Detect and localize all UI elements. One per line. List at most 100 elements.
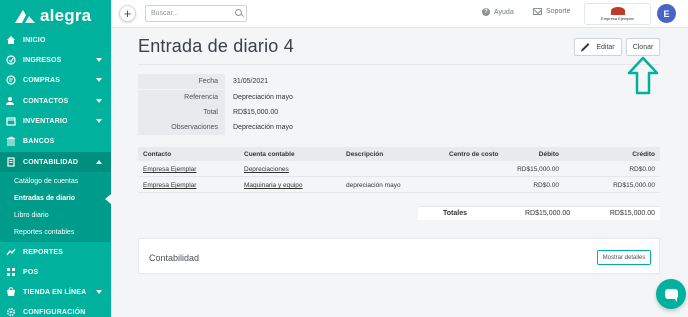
sidebar-item-label: INVENTARIO	[23, 117, 68, 125]
clone-button[interactable]: Clonar	[626, 38, 660, 56]
bank-icon	[6, 136, 16, 146]
detail-value: Depreciación mayo	[233, 94, 293, 101]
column-header-debit: Débito	[538, 151, 559, 158]
sidebar-item-configuracion[interactable]: CONFIGURACIÓN	[0, 302, 111, 317]
accounting-icon	[6, 157, 16, 167]
detail-row-date: Fecha 31/05/2021	[138, 74, 338, 89]
credit-cell: RD$15,000.00	[613, 182, 655, 189]
sidebar-item-pos[interactable]: POS	[0, 262, 111, 282]
help-link[interactable]: ? Ayuda	[482, 8, 514, 16]
detail-row-observations: Observaciones Depreciación mayo	[138, 120, 338, 135]
sidebar-item-label: POS	[23, 268, 39, 276]
sidebar-item-label: CONTABILIDAD	[23, 158, 79, 166]
account-link[interactable]: Maquinaria y equipo	[244, 182, 303, 189]
topbar: + ? Ayuda Soporte Empresa Ejemplar E	[111, 0, 688, 28]
submenu-item-label: Entradas de diario	[14, 195, 76, 202]
table-row: Empresa Ejemplar Depreciaciones RD$15,00…	[138, 162, 660, 177]
support-label: Soporte	[546, 8, 571, 15]
totals-row: Totales RD$15,000.00 RD$15,000.00	[418, 206, 660, 220]
brand-name: alegra	[40, 6, 92, 25]
settings-icon	[6, 307, 16, 317]
sidebar-item-inventario[interactable]: INVENTARIO	[0, 111, 111, 131]
detail-label: Fecha	[138, 74, 225, 89]
sidebar-item-label: REPORTES	[23, 248, 64, 256]
detail-row-total: Total RD$15,000.00	[138, 105, 338, 120]
column-header-description: Descripción	[346, 151, 384, 158]
sidebar-item-bancos[interactable]: BANCOS	[0, 131, 111, 151]
detail-row-reference: Referencia Depreciación mayo	[138, 90, 338, 105]
submenu-item-label: Libro diario	[14, 212, 49, 219]
purchases-icon	[6, 75, 16, 85]
sidebar-item-label: COMPRAS	[23, 76, 61, 84]
contact-link[interactable]: Empresa Ejemplar	[143, 166, 196, 173]
page-title: Entrada de diario 4	[138, 36, 294, 56]
store-icon	[6, 287, 16, 297]
sidebar-item-label: CONFIGURACIÓN	[23, 308, 86, 316]
avatar[interactable]: E	[657, 4, 676, 23]
detail-value: RD$15,000.00	[233, 109, 279, 116]
table-header: Contacto Cuenta contable Descripción Cen…	[138, 147, 660, 161]
quick-add-button[interactable]: +	[119, 5, 136, 22]
edit-label: Editar	[596, 43, 615, 51]
sidebar-item-inicio[interactable]: INICIO	[0, 30, 111, 50]
credit-cell: RD$0.00	[629, 166, 655, 173]
debit-cell: RD$0.00	[533, 182, 559, 189]
totals-debit: RD$15,000.00	[525, 210, 571, 217]
help-icon: ?	[482, 8, 490, 16]
chevron-down-icon	[96, 99, 102, 103]
submenu-item-libro-diario[interactable]: Libro diario	[0, 207, 111, 224]
edit-button[interactable]: Editar	[574, 38, 622, 56]
accounting-card: Contabilidad Mostrar detalles	[138, 238, 660, 274]
arrow-up-icon	[627, 56, 659, 95]
totals-label: Totales	[443, 210, 467, 217]
detail-label: Referencia	[138, 90, 225, 105]
home-icon	[6, 35, 16, 45]
account-link[interactable]: Depreciaciones	[244, 166, 289, 173]
sidebar-item-tienda[interactable]: TIENDA EN LÍNEA	[0, 282, 111, 302]
sidebar-item-label: CONTACTOS	[23, 97, 69, 105]
column-header-cost-center: Centro de costo	[449, 151, 499, 158]
search-input[interactable]	[145, 5, 247, 22]
company-selector[interactable]: Empresa Ejemplar	[584, 3, 651, 25]
submenu-item-entradas[interactable]: Entradas de diario	[0, 190, 111, 207]
sidebar-item-label: TIENDA EN LÍNEA	[23, 288, 87, 296]
chevron-down-icon	[96, 58, 102, 62]
alegra-logo-icon	[14, 8, 36, 24]
debit-cell: RD$15,000.00	[517, 166, 559, 173]
detail-label: Observaciones	[138, 120, 225, 135]
totals-credit: RD$15,000.00	[609, 210, 655, 217]
mail-icon	[533, 8, 542, 15]
contact-link[interactable]: Empresa Ejemplar	[143, 182, 196, 189]
chat-button[interactable]	[656, 279, 686, 309]
submenu-item-label: Catálogo de cuentas	[14, 178, 79, 185]
sidebar-item-label: INICIO	[23, 36, 46, 44]
inventory-icon	[6, 116, 16, 126]
show-details-button[interactable]: Mostrar detalles	[597, 250, 651, 265]
income-icon	[6, 55, 16, 65]
reports-icon	[6, 247, 16, 257]
accounting-submenu: Catálogo de cuentas Entradas de diario L…	[0, 172, 111, 242]
column-header-contact: Contacto	[143, 151, 172, 158]
sidebar-item-label: INGRESOS	[23, 56, 62, 64]
sidebar: alegra INICIO INGRESOS COMPRAS CONTACTOS…	[0, 0, 111, 317]
detail-label: Total	[138, 105, 225, 120]
alegra-logo[interactable]: alegra	[0, 0, 111, 32]
chevron-down-icon	[96, 119, 102, 123]
sidebar-item-contabilidad[interactable]: CONTABILIDAD	[0, 152, 111, 172]
search-icon[interactable]	[235, 9, 242, 16]
sidebar-item-reportes[interactable]: REPORTES	[0, 242, 111, 262]
detail-value: Depreciación mayo	[233, 124, 293, 131]
chat-icon	[664, 289, 678, 302]
description-cell: depreciación mayo	[346, 182, 401, 189]
submenu-item-catalogo[interactable]: Catálogo de cuentas	[0, 173, 111, 190]
detail-value: 31/05/2021	[233, 78, 269, 85]
submenu-item-reportes-contables[interactable]: Reportes contables	[0, 224, 111, 241]
sidebar-item-contactos[interactable]: CONTACTOS	[0, 91, 111, 111]
table-row: Empresa Ejemplar Maquinaria y equipo dep…	[138, 178, 660, 193]
column-header-account: Cuenta contable	[244, 151, 295, 158]
support-link[interactable]: Soporte	[533, 8, 571, 15]
chevron-up-icon	[96, 160, 102, 164]
sidebar-item-compras[interactable]: COMPRAS	[0, 70, 111, 90]
sidebar-item-ingresos[interactable]: INGRESOS	[0, 50, 111, 70]
company-name: Empresa Ejemplar	[601, 16, 634, 21]
